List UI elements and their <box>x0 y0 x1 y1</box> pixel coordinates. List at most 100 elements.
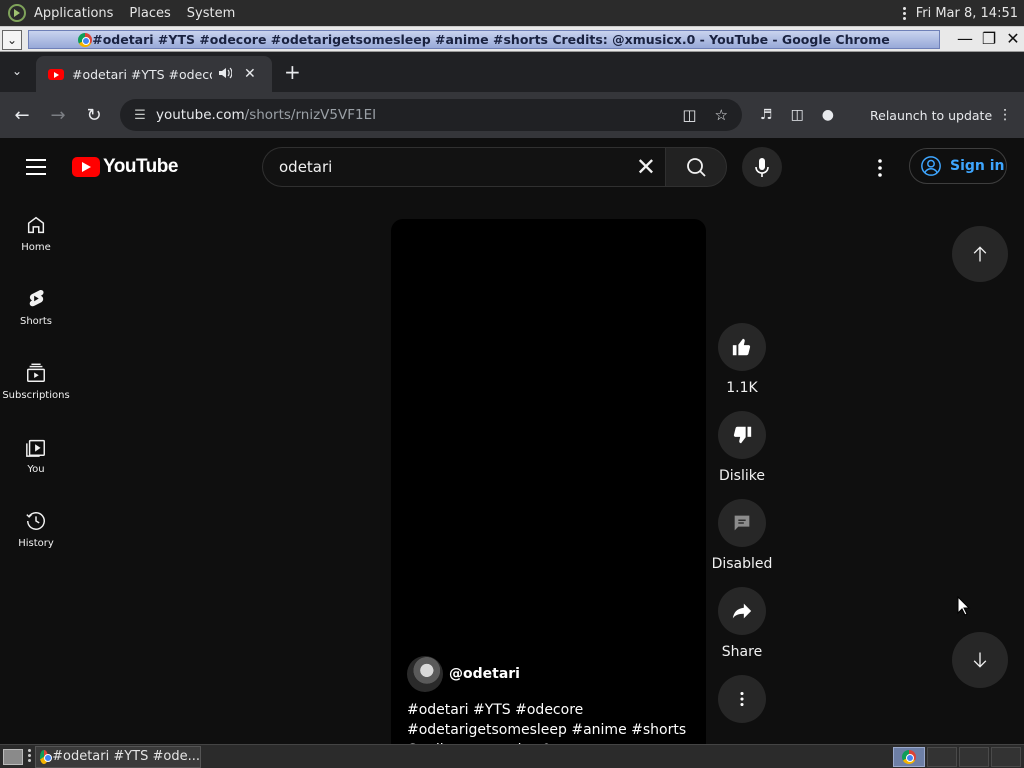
shorts-icon <box>29 290 44 307</box>
tab-close-icon[interactable]: ✕ <box>244 66 256 82</box>
chrome-icon <box>40 749 53 764</box>
comments-label: Disabled <box>711 556 773 572</box>
shorts-video-player[interactable]: @odetari #odetari #YTS #odecore #odetari… <box>391 219 706 758</box>
tab-search-icon[interactable]: ⌄ <box>12 64 22 78</box>
bookmark-star-icon[interactable]: ☆ <box>715 106 728 124</box>
guide-menu-icon[interactable] <box>26 159 46 180</box>
channel-info: @odetari <box>407 656 520 692</box>
tab-title: #odetari #YTS #odecore #odetarigetsomesl… <box>72 66 212 82</box>
maximize-button[interactable]: ❐ <box>980 29 998 49</box>
youtube-favicon-icon <box>48 68 64 80</box>
comments-action: Disabled <box>710 499 774 572</box>
arrow-up-icon <box>973 246 987 262</box>
settings-more-icon[interactable] <box>868 156 892 180</box>
tab-strip: ⌄ #odetari #YTS #odecore #odetarigetsome… <box>0 52 1024 92</box>
youtube-sidebar: Home Shorts Subscriptions You History <box>0 196 72 744</box>
os-top-panel: Applications Places System Fri Mar 8, 14… <box>0 0 1024 26</box>
youtube-logo[interactable]: YouTube <box>72 156 178 178</box>
workspace-switcher-active[interactable] <box>893 747 925 767</box>
media-controls-icon[interactable]: ♬ <box>760 107 773 123</box>
share-icon <box>732 603 752 619</box>
chrome-icon <box>902 750 916 764</box>
comment-icon <box>734 515 750 531</box>
workspace-2[interactable] <box>927 747 957 767</box>
site-info-icon[interactable]: ☰ <box>124 108 156 123</box>
dislike-action: Dislike <box>710 411 774 484</box>
menu-system[interactable]: System <box>187 6 235 21</box>
channel-handle[interactable]: @odetari <box>449 666 520 682</box>
chrome-menu-icon[interactable]: ⋮ <box>998 107 1012 123</box>
dislike-button[interactable] <box>718 411 766 459</box>
like-button[interactable] <box>718 323 766 371</box>
sidebar-item-history[interactable]: History <box>0 496 72 566</box>
new-tab-button[interactable]: + <box>284 60 301 84</box>
url-path: /shorts/rnizV5VF1EI <box>244 107 377 123</box>
dislike-label: Dislike <box>719 468 765 484</box>
back-button[interactable]: ← <box>4 105 40 126</box>
os-taskbar: #odetari #YTS #ode... <box>0 744 1024 768</box>
previous-short-button[interactable] <box>952 226 1008 282</box>
subscriptions-icon <box>27 363 45 382</box>
url-host: youtube.com <box>156 107 245 123</box>
minimize-button[interactable]: — <box>956 29 974 49</box>
comments-button[interactable] <box>718 499 766 547</box>
like-count: 1.1K <box>726 380 758 396</box>
sidebar-item-subscriptions[interactable]: Subscriptions <box>0 348 72 418</box>
close-window-button[interactable]: ✕ <box>1004 29 1022 49</box>
workspace-4[interactable] <box>991 747 1021 767</box>
youtube-play-logo-icon <box>72 157 100 177</box>
chrome-icon <box>78 32 93 47</box>
home-icon <box>27 216 45 234</box>
more-options-button[interactable] <box>718 675 766 723</box>
forward-button[interactable]: → <box>40 105 76 126</box>
sidebar-item-you[interactable]: You <box>0 422 72 492</box>
window-title[interactable]: #odetari #YTS #odecore #odetarigetsomesl… <box>28 30 940 49</box>
menu-applications[interactable]: Applications <box>34 6 113 21</box>
history-icon <box>26 512 45 530</box>
sidebar-item-shorts[interactable]: Shorts <box>0 274 72 344</box>
thumbs-down-icon <box>733 426 752 444</box>
window-menu-button[interactable]: ⌄ <box>2 30 22 50</box>
workspace-3[interactable] <box>959 747 989 767</box>
profile-icon[interactable]: ● <box>822 107 834 123</box>
browser-toolbar: ← → ↻ ☰ youtube.com/shorts/rnizV5VF1EI ◫… <box>0 92 1024 138</box>
mouse-cursor-icon <box>957 596 971 616</box>
panel-handle-icon <box>900 6 910 20</box>
more-action <box>710 675 774 723</box>
arrow-down-icon <box>973 652 987 668</box>
sidebar-item-home[interactable]: Home <box>0 200 72 270</box>
distro-logo-icon[interactable] <box>8 4 26 22</box>
share-action: Share <box>710 587 774 660</box>
install-app-icon[interactable]: ◫ <box>682 106 696 124</box>
search-query: odetari <box>279 158 333 176</box>
share-button[interactable] <box>718 587 766 635</box>
account-circle-icon <box>921 156 941 176</box>
search-input[interactable]: odetari ✕ <box>262 147 666 187</box>
voice-search-button[interactable] <box>742 147 782 187</box>
microphone-icon <box>755 158 769 177</box>
relaunch-button[interactable]: Relaunch to update <box>870 108 992 123</box>
like-action: 1.1K <box>710 323 774 396</box>
audio-playing-icon[interactable] <box>218 67 233 82</box>
taskbar-handle-icon <box>27 748 31 765</box>
thumbs-up-icon <box>732 338 751 356</box>
address-bar[interactable]: ☰ youtube.com/shorts/rnizV5VF1EI ◫ ☆ <box>120 99 742 131</box>
you-icon <box>26 439 45 457</box>
clock[interactable]: Fri Mar 8, 14:51 <box>916 6 1018 21</box>
search-button[interactable] <box>665 147 727 187</box>
clear-search-icon[interactable]: ✕ <box>636 153 656 181</box>
next-short-button[interactable] <box>952 632 1008 688</box>
browser-tab[interactable]: #odetari #YTS #odecore #odetarigetsomesl… <box>36 56 272 92</box>
menu-places[interactable]: Places <box>129 6 170 21</box>
more-vert-icon <box>740 691 744 707</box>
share-label: Share <box>721 644 763 660</box>
avatar[interactable] <box>407 656 443 692</box>
side-panel-icon[interactable]: ◫ <box>791 107 804 123</box>
reload-button[interactable]: ↻ <box>76 105 112 126</box>
sign-in-button[interactable]: Sign in <box>909 148 1007 184</box>
search-icon <box>687 158 706 177</box>
taskbar-window-button[interactable]: #odetari #YTS #ode... <box>35 745 201 768</box>
youtube-header: YouTube odetari ✕ Sign in <box>0 138 1024 196</box>
window-title-bar: ⌄ #odetari #YTS #odecore #odetarigetsome… <box>0 26 1024 52</box>
show-desktop-icon[interactable] <box>3 748 23 765</box>
